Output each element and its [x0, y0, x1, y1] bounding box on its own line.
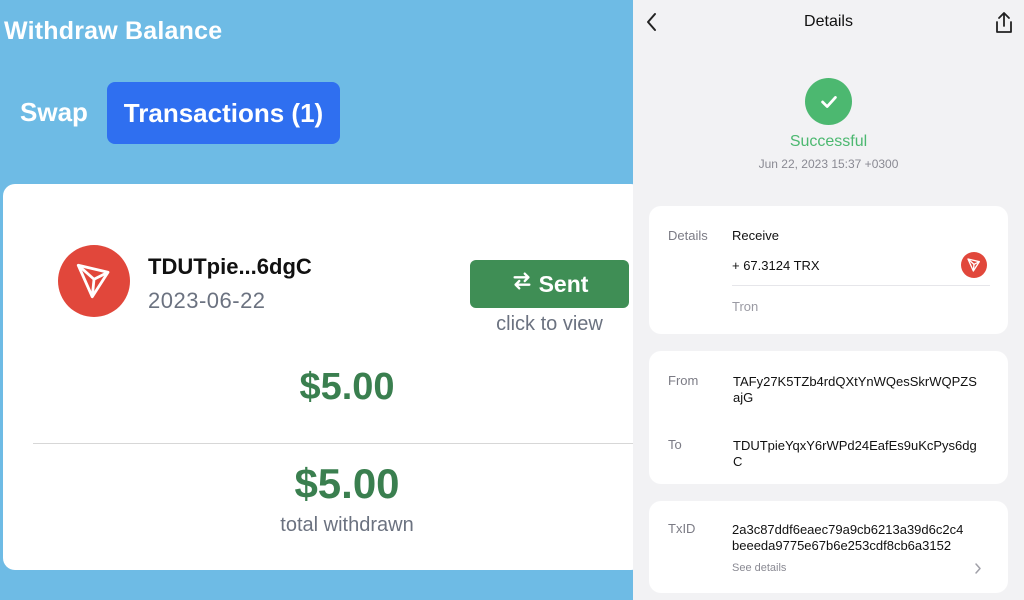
timestamp: Jun 22, 2023 15:37 +0300 [758, 157, 899, 171]
tron-icon [961, 252, 987, 278]
sent-button[interactable]: Sent [470, 260, 629, 308]
divider [33, 443, 633, 444]
txid-label: TxID [668, 521, 696, 536]
details-header-title: Details [804, 13, 853, 30]
to-address-line1[interactable]: TDUTpieYqxY6rWPd24EafEs9uKcPys6dg [733, 437, 977, 454]
txid-line1[interactable]: 2a3c87ddf6eaec79a9cb6213a39d6c2c4 [732, 521, 963, 538]
to-address-line2[interactable]: C [733, 453, 742, 470]
tab-swap[interactable]: Swap [20, 97, 88, 128]
addresses-card [649, 351, 1008, 484]
sent-label: Sent [538, 270, 589, 297]
to-label: To [668, 437, 682, 452]
page-title: Withdraw Balance [4, 17, 223, 45]
summary-card [649, 206, 1008, 334]
received-amount: + 67.3124 TRX [732, 258, 820, 273]
from-address-line1[interactable]: TAFy27K5TZb4rdQXtYnWQesSkrWQPZS [733, 373, 977, 390]
swap-arrows-icon [511, 270, 533, 298]
total-withdrawn-amount: $5.00 [294, 460, 400, 507]
status-text: Successful [789, 133, 868, 150]
network-name: Tron [732, 299, 759, 314]
from-label: From [668, 373, 699, 388]
transaction-address: TDUTpie...6dgC [148, 254, 312, 279]
see-details-link[interactable]: See details [732, 562, 786, 574]
divider [732, 285, 990, 286]
txid-line2[interactable]: beeeda9775e67b6e253cdf8cb6a3152 [732, 537, 951, 554]
transaction-date: 2023-06-22 [148, 288, 266, 313]
total-withdrawn-label: total withdrawn [280, 514, 414, 536]
chevron-right-icon[interactable] [974, 562, 982, 575]
click-to-view-hint[interactable]: click to view [470, 313, 629, 336]
details-label: Details [668, 228, 708, 243]
checkmark-icon [805, 78, 852, 125]
from-address-line2[interactable]: ajG [733, 389, 753, 406]
share-icon[interactable] [993, 11, 1015, 35]
transaction-type: Receive [732, 228, 779, 243]
tron-icon [58, 245, 130, 317]
tab-transactions[interactable]: Transactions (1) [107, 82, 340, 144]
transaction-amount: $5.00 [299, 366, 395, 408]
